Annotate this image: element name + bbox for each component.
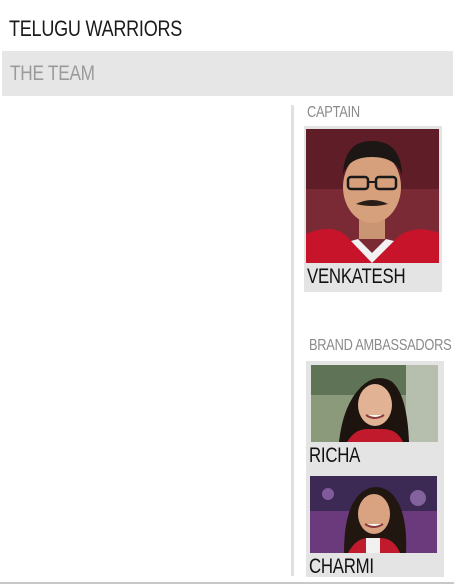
team-section-label: THE TEAM	[10, 62, 95, 85]
sidebar-divider	[291, 105, 294, 576]
bottom-divider	[0, 582, 454, 584]
ambassadors-heading: BRAND AMBASSADORS	[309, 337, 452, 354]
ambassador-name-richa: RICHA	[309, 444, 361, 467]
page-title: TELUGU WARRIORS	[9, 16, 183, 41]
captain-heading: CAPTAIN	[307, 104, 360, 121]
captain-photo[interactable]	[306, 129, 439, 263]
captain-name: VENKATESH	[307, 265, 406, 288]
ambassador-photo-richa[interactable]	[311, 365, 438, 442]
ambassador-name-charmi: CHARMI	[309, 555, 374, 578]
team-section-bar: THE TEAM	[2, 51, 453, 96]
captain-card[interactable]: VENKATESH	[304, 126, 442, 292]
ambassador-card[interactable]: RICHA CHARMI	[306, 361, 444, 578]
ambassador-photo-charmi[interactable]	[310, 476, 437, 553]
